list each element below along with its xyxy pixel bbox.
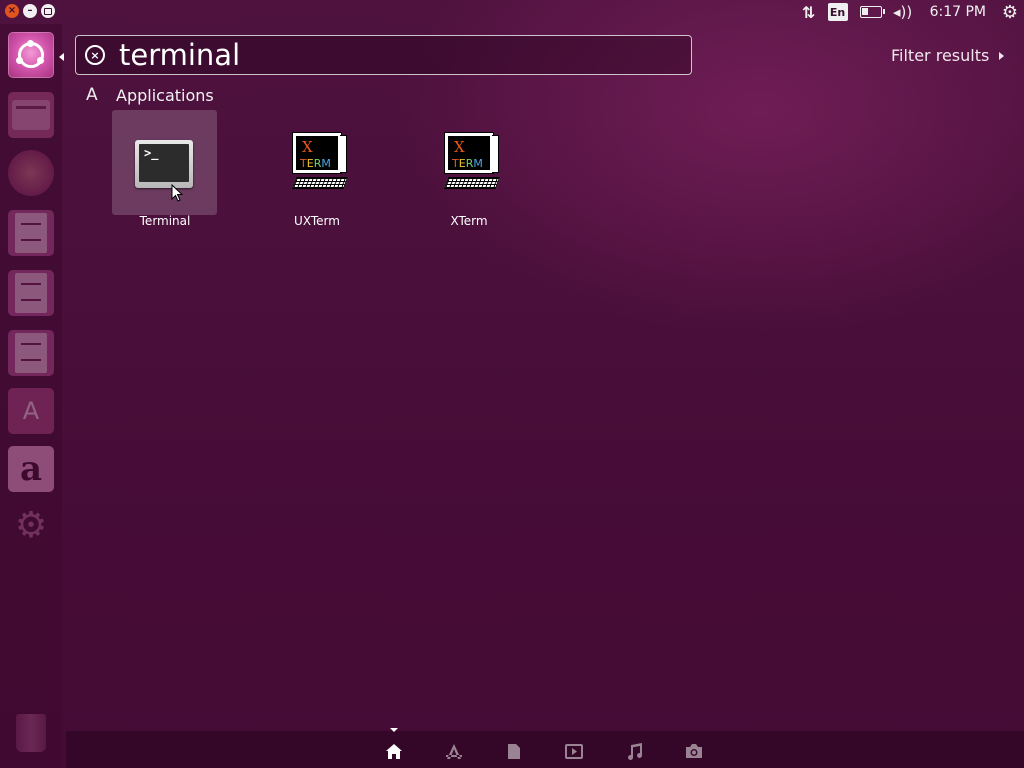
launcher-item-trash[interactable] [8, 710, 54, 756]
filter-results-button[interactable]: Filter results [891, 46, 1005, 65]
minimize-button[interactable]: – [23, 4, 37, 18]
launcher-item-amazon[interactable]: a [8, 446, 54, 492]
session-gear-icon[interactable]: ⚙ [996, 0, 1024, 24]
launcher: A a ⚙ [0, 24, 62, 768]
applications-category-icon: A [86, 85, 98, 105]
launcher-item-software-center[interactable]: A [8, 388, 54, 434]
presentation-icon [15, 333, 47, 373]
maximize-button[interactable] [41, 4, 55, 18]
applications-icon [446, 743, 462, 759]
launcher-item-firefox[interactable] [8, 150, 54, 196]
battery-indicator[interactable] [854, 0, 888, 24]
folder-icon [12, 100, 50, 130]
close-icon: × [7, 5, 17, 16]
battery-icon [859, 6, 885, 18]
keyboard-layout-indicator[interactable]: En [827, 3, 848, 21]
minimize-icon: – [27, 5, 33, 16]
network-icon[interactable]: ⇅ [792, 0, 822, 24]
music-icon [628, 742, 643, 760]
result-label: XTerm [450, 214, 488, 228]
volume-icon[interactable]: ◂)) [888, 0, 918, 24]
result-xterm[interactable]: X TERM XTerm [416, 110, 521, 238]
home-icon [386, 743, 402, 759]
lens-applications[interactable] [443, 740, 465, 762]
search-input[interactable] [119, 38, 639, 72]
active-launcher-arrow [59, 53, 64, 61]
xterm-icon: X TERM [291, 132, 350, 192]
dash-search-box[interactable]: × [75, 35, 692, 75]
lens-files[interactable] [503, 740, 525, 762]
amazon-icon: a [19, 449, 43, 489]
launcher-item-calc[interactable] [8, 270, 54, 316]
clear-search-icon[interactable]: × [85, 45, 105, 65]
launcher-item-impress[interactable] [8, 330, 54, 376]
files-icon [508, 743, 520, 759]
lens-video[interactable] [563, 740, 585, 762]
launcher-item-system-settings[interactable]: ⚙ [8, 502, 54, 548]
dash-home-button[interactable] [8, 32, 54, 78]
settings-icon: ⚙ [14, 504, 48, 546]
trash-icon [16, 714, 46, 752]
result-label: UXTerm [294, 214, 340, 228]
video-icon [565, 743, 583, 759]
chevron-right-icon [999, 51, 1005, 60]
lens-music[interactable] [623, 740, 645, 762]
xterm-icon: X TERM [443, 132, 502, 192]
launcher-item-writer[interactable] [8, 210, 54, 256]
panel-indicators: ⇅ En ◂)) 6:17 PM ⚙ [792, 0, 1024, 24]
terminal-icon: >_ [135, 140, 193, 188]
result-label: Terminal [139, 214, 191, 228]
window-controls: × – [5, 4, 55, 18]
lens-bar [66, 731, 1024, 768]
launcher-item-files[interactable] [8, 92, 54, 138]
result-terminal[interactable]: >_ Terminal [112, 110, 217, 238]
filter-results-label: Filter results [891, 46, 990, 65]
clock[interactable]: 6:17 PM [930, 0, 986, 24]
spreadsheet-icon [15, 273, 47, 313]
ubuntu-logo-icon [16, 40, 44, 68]
document-icon [15, 213, 47, 253]
category-header-applications[interactable]: A Applications [86, 85, 214, 105]
category-label: Applications [116, 85, 214, 105]
active-lens-indicator [390, 728, 398, 732]
lens-home[interactable] [383, 740, 405, 762]
close-button[interactable]: × [5, 4, 19, 18]
maximize-icon [44, 7, 52, 15]
result-uxterm[interactable]: X TERM UXTerm [264, 110, 369, 238]
lens-photos[interactable] [683, 740, 705, 762]
camera-icon [686, 744, 702, 758]
software-center-icon: A [22, 397, 40, 425]
